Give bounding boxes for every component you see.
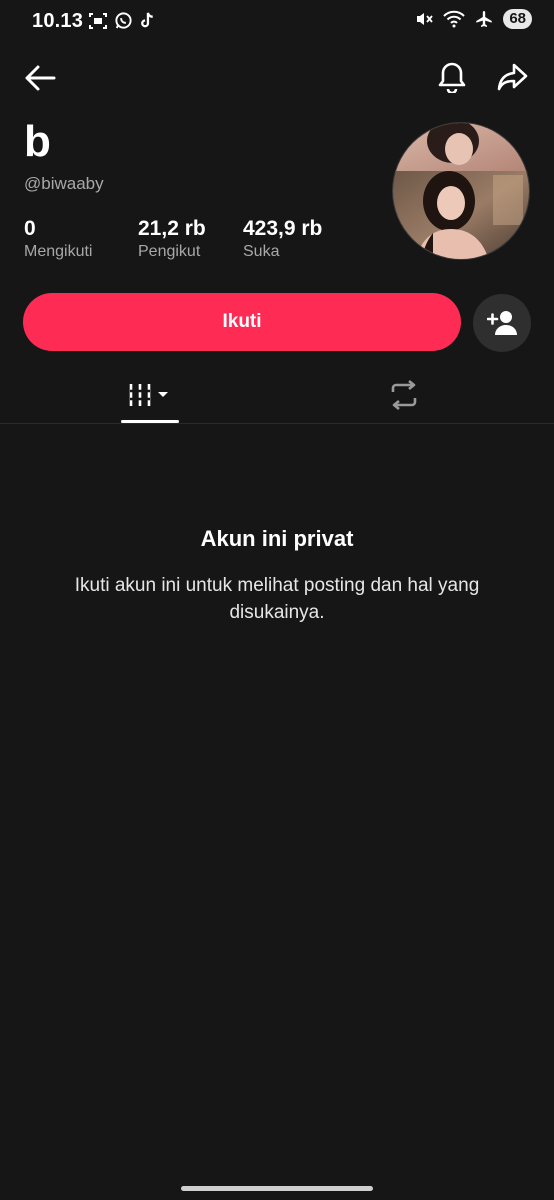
stat-likes-label: Suka	[243, 243, 280, 260]
repost-icon	[391, 380, 417, 410]
screen-record-icon	[89, 12, 107, 29]
share-icon	[497, 63, 528, 91]
follow-button[interactable]: Ikuti	[23, 293, 461, 351]
tiktok-icon	[141, 12, 153, 28]
stat-followers[interactable]: 21,2 rb Pengikut	[138, 216, 206, 261]
tab-divider	[0, 423, 554, 424]
tab-reposts[interactable]	[378, 374, 430, 416]
avatar[interactable]	[392, 122, 530, 260]
wifi-icon	[443, 10, 466, 28]
whatsapp-icon	[115, 12, 132, 29]
avatar-photo	[393, 123, 529, 259]
status-right-icons: 68	[415, 9, 532, 29]
status-left-icons	[88, 11, 155, 30]
grid-icon	[129, 384, 168, 406]
stat-followers-label: Pengikut	[138, 243, 201, 260]
stat-likes[interactable]: 423,9 rb Suka	[243, 216, 322, 261]
private-title: Akun ini privat	[200, 526, 354, 551]
stat-following-label: Mengikuti	[24, 243, 93, 260]
share-button[interactable]	[492, 56, 532, 98]
airplane-icon	[476, 11, 493, 27]
add-friend-icon	[487, 311, 517, 335]
profile-name: b	[24, 117, 51, 166]
add-friend-button[interactable]	[473, 294, 531, 352]
profile-handle: @biwaaby	[24, 174, 104, 193]
bell-icon	[438, 62, 466, 93]
stat-likes-value: 423,9 rb	[243, 217, 323, 240]
arrow-left-icon	[25, 65, 56, 91]
battery-level: 68	[503, 9, 532, 29]
stat-following[interactable]: 0 Mengikuti	[24, 216, 92, 261]
status-time: 10.13	[32, 10, 84, 32]
private-description: Ikuti akun ini untuk melihat posting dan…	[74, 575, 480, 623]
home-indicator[interactable]	[181, 1186, 373, 1191]
tab-videos[interactable]	[120, 374, 180, 416]
back-button[interactable]	[20, 58, 60, 98]
stat-followers-value: 21,2 rb	[138, 217, 206, 240]
notification-button[interactable]	[432, 56, 472, 98]
stat-following-value: 0	[24, 217, 36, 240]
mute-icon	[417, 13, 434, 25]
